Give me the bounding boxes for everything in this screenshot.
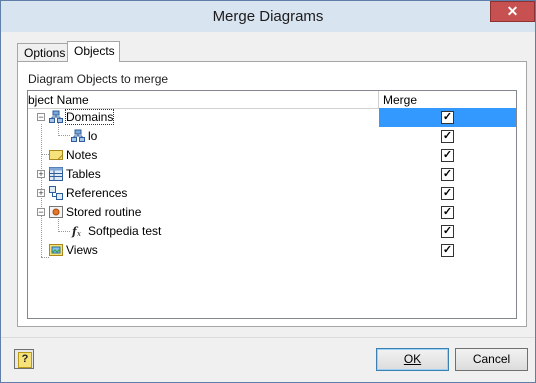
collapse-icon[interactable]: − xyxy=(37,113,45,122)
tree-item-label: Softpedia test xyxy=(88,224,162,238)
tree-row-tables[interactable]: + Tables ✓ xyxy=(28,165,516,184)
ok-button[interactable]: OK xyxy=(376,348,449,371)
tree-row-views[interactable]: Views ✓ xyxy=(28,241,516,260)
column-separator[interactable] xyxy=(378,91,379,108)
help-icon: ? xyxy=(18,352,32,368)
close-icon: ✕ xyxy=(506,3,519,19)
column-header-merge[interactable]: Merge xyxy=(383,93,417,107)
cancel-button[interactable]: Cancel xyxy=(455,348,528,371)
tree-item-label: References xyxy=(66,186,128,200)
tree-item-label: Stored routine xyxy=(66,205,142,219)
help-button[interactable]: ? xyxy=(14,349,34,369)
column-header-name[interactable]: bject Name xyxy=(28,93,378,107)
domain-item-icon xyxy=(71,129,85,142)
ok-button-label: OK xyxy=(403,352,422,366)
grid-header: bject Name Merge xyxy=(28,91,516,109)
tab-objects[interactable]: Objects xyxy=(67,41,120,62)
close-button[interactable]: ✕ xyxy=(490,1,535,22)
footer-separator xyxy=(1,337,535,338)
domains-icon xyxy=(49,110,63,123)
tree-row-stored-routine[interactable]: − Stored routine ✓ xyxy=(28,203,516,222)
merge-checkbox[interactable]: ✓ xyxy=(441,168,454,181)
objects-tree-grid[interactable]: bject Name Merge − Domains ✓ lo ✓ Notes … xyxy=(27,90,517,319)
merge-checkbox[interactable]: ✓ xyxy=(441,225,454,238)
function-icon: f x xyxy=(71,225,81,238)
merge-checkbox[interactable]: ✓ xyxy=(441,244,454,257)
stored-routine-icon xyxy=(49,206,63,218)
views-icon xyxy=(49,244,63,256)
title-bar: Merge Diagrams ✕ xyxy=(1,1,535,32)
references-icon xyxy=(49,186,63,200)
merge-checkbox[interactable]: ✓ xyxy=(441,206,454,219)
merge-checkbox[interactable]: ✓ xyxy=(441,149,454,162)
merge-checkbox[interactable]: ✓ xyxy=(441,187,454,200)
tree-item-label: Notes xyxy=(66,148,98,162)
objects-tab-panel: Diagram Objects to merge bject Name Merg… xyxy=(17,61,527,327)
collapse-icon[interactable]: − xyxy=(37,208,45,217)
group-label: Diagram Objects to merge xyxy=(28,72,169,86)
tree-item-label: Views xyxy=(66,243,98,257)
merge-checkbox[interactable]: ✓ xyxy=(441,130,454,143)
merge-checkbox[interactable]: ✓ xyxy=(441,111,454,124)
tree-row-notes[interactable]: Notes ✓ xyxy=(28,146,516,165)
expand-icon[interactable]: + xyxy=(37,189,45,198)
notes-icon xyxy=(49,150,63,160)
tree-row-lo[interactable]: lo ✓ xyxy=(28,127,516,146)
expand-icon[interactable]: + xyxy=(37,170,45,179)
tree-item-label: lo xyxy=(88,129,98,143)
cancel-button-label: Cancel xyxy=(472,352,511,366)
merge-diagrams-dialog: Merge Diagrams ✕ Options Objects Diagram… xyxy=(0,0,536,383)
tables-icon xyxy=(49,167,63,181)
tab-options[interactable]: Options xyxy=(17,43,68,61)
window-title: Merge Diagrams xyxy=(212,8,324,25)
tree-row-domains[interactable]: − Domains ✓ xyxy=(28,108,516,127)
tree-item-label: Tables xyxy=(66,167,101,181)
tree-item-label: Domains xyxy=(64,109,115,125)
svg-text:x: x xyxy=(77,230,81,238)
tree-row-softpedia-test[interactable]: f x Softpedia test ✓ xyxy=(28,222,516,241)
tree-row-references[interactable]: + References ✓ xyxy=(28,184,516,203)
